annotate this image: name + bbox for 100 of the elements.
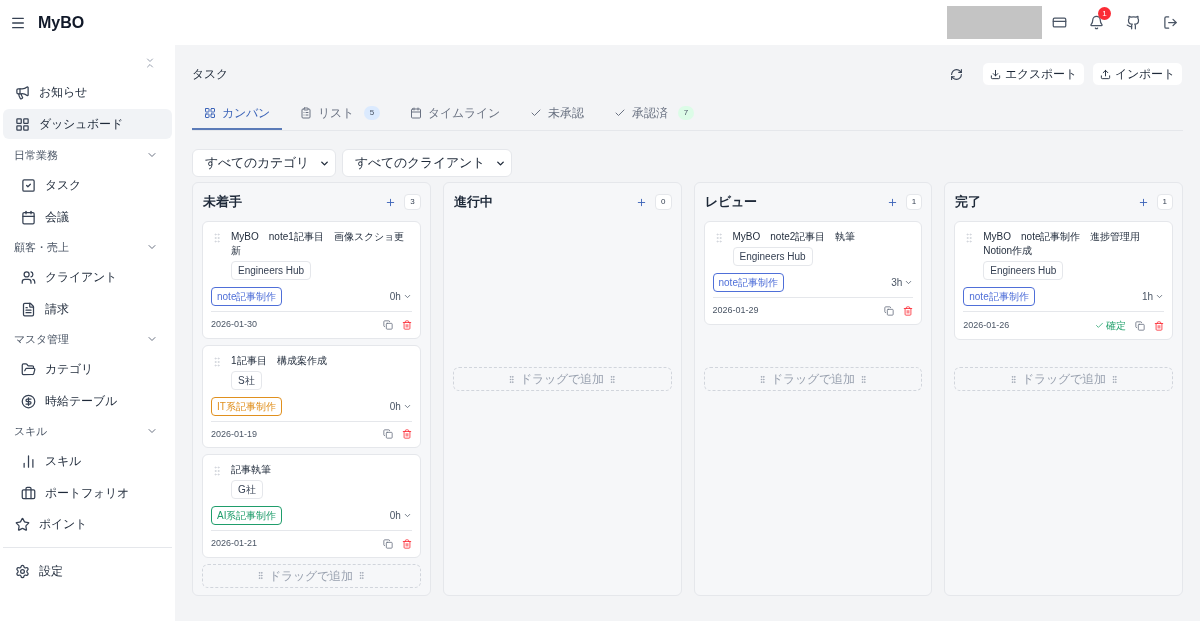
copy-icon[interactable] — [382, 319, 393, 330]
count-badge: 7 — [678, 106, 694, 120]
client-chip: Engineers Hub — [732, 247, 813, 266]
import-button[interactable]: インポート — [1092, 62, 1183, 86]
add-icon[interactable] — [636, 196, 648, 208]
add-icon[interactable] — [1137, 196, 1149, 208]
drag-handle-icon — [211, 355, 223, 368]
task-title: 記事執筆 — [231, 463, 271, 477]
grip-icon — [858, 374, 868, 384]
clipboard-icon — [300, 107, 312, 119]
hours-dropdown[interactable]: 3h — [891, 275, 914, 290]
checkbox-icon — [21, 177, 36, 193]
trash-icon[interactable] — [401, 538, 412, 549]
task-card[interactable]: 記事執筆 G社 AI系記事制作 0h 2026-01-21 — [202, 454, 421, 558]
copy-icon[interactable] — [382, 538, 393, 549]
sidebar-item[interactable]: ポイント — [3, 509, 172, 539]
chevron-icon — [402, 292, 412, 301]
task-date: 2026-01-21 — [211, 537, 258, 550]
grip-icon — [1109, 374, 1119, 384]
category-tag: IT系記事制作 — [211, 396, 282, 416]
sidebar-item[interactable]: 時給テーブル — [3, 385, 172, 417]
task-title: MyBO note2記事目 執筆 — [732, 230, 856, 244]
sidebar-item[interactable]: 会議 — [3, 201, 172, 233]
logout-icon[interactable] — [1163, 15, 1178, 30]
chevron-icon — [402, 511, 412, 520]
count-badge: 1 — [905, 194, 923, 210]
task-card[interactable]: MyBO note1記事目 画像スクショ更新 Engineers Hub note記事制作 0h 2026-01-30 — [202, 221, 421, 339]
sidebar-item[interactable]: ダッシュボード — [3, 109, 172, 139]
sidebar-item[interactable]: お知らせ — [3, 77, 172, 107]
section-header[interactable]: マスタ管理 — [3, 325, 172, 353]
task-date: 2026-01-19 — [211, 427, 258, 441]
sidebar-item[interactable]: スキル — [3, 445, 172, 477]
section-header[interactable]: 日常業務 — [3, 141, 172, 169]
hours-dropdown[interactable]: 0h — [389, 289, 412, 304]
refresh-icon[interactable] — [950, 67, 963, 81]
task-card[interactable]: MyBO note2記事目 執筆 Engineers Hub note記事制作 3h 2026-01-29 — [703, 221, 923, 325]
tab[interactable]: カンバン — [192, 98, 282, 130]
chevron-icon — [904, 278, 914, 287]
client-chip: Engineers Hub — [983, 261, 1064, 280]
hours-dropdown[interactable]: 0h — [389, 508, 412, 523]
page-title: タスク — [192, 66, 228, 83]
copy-icon[interactable] — [884, 305, 895, 316]
bell-icon[interactable] — [1089, 15, 1104, 30]
filter-select[interactable]: すべてのカテゴリ — [192, 149, 336, 177]
tab[interactable]: リスト 5 — [288, 98, 392, 130]
upload-icon — [1100, 68, 1111, 80]
tab[interactable]: 未承認 — [518, 98, 596, 130]
check-icon — [614, 107, 626, 119]
count-badge: 5 — [364, 106, 380, 120]
trash-icon[interactable] — [401, 319, 412, 330]
column-title: 完了 — [955, 193, 982, 211]
task-card[interactable]: 1記事目 構成案作成 S社 IT系記事制作 0h 2026-01-19 — [202, 344, 421, 448]
client-chip: G社 — [231, 480, 263, 499]
sidebar-item[interactable]: カテゴリ — [3, 353, 172, 385]
megaphone-icon — [15, 84, 30, 100]
trash-icon[interactable] — [903, 305, 914, 316]
calendar-icon — [21, 209, 36, 225]
filter-select[interactable]: すべてのクライアント — [342, 149, 512, 177]
sidebar-item[interactable]: タスク — [3, 169, 172, 201]
sidebar-item[interactable]: 設定 — [3, 556, 172, 586]
star-icon — [15, 516, 30, 532]
bar-chart-icon — [21, 453, 36, 469]
tab[interactable]: 承認済 7 — [602, 98, 706, 130]
hours-dropdown[interactable]: 1h — [1141, 289, 1164, 304]
export-button[interactable]: エクスポート — [982, 62, 1085, 86]
drag-handle-icon — [211, 232, 223, 244]
card-icon[interactable] — [1052, 15, 1067, 30]
document-icon — [21, 301, 36, 317]
confirmed-button[interactable]: 確定 — [1095, 318, 1126, 333]
section-header[interactable]: スキル — [3, 417, 172, 445]
add-icon[interactable] — [886, 196, 898, 208]
grip-icon — [1008, 374, 1018, 384]
column-title: 未着手 — [203, 193, 242, 211]
folder-icon — [21, 361, 36, 377]
trash-icon[interactable] — [401, 429, 412, 440]
dollar-icon — [21, 393, 36, 409]
sidebar-item[interactable]: クライアント — [3, 261, 172, 293]
check-icon — [530, 107, 542, 119]
task-date: 2026-01-29 — [712, 304, 759, 317]
column-title: 進行中 — [453, 193, 493, 211]
grip-icon — [608, 374, 618, 384]
github-icon[interactable] — [1126, 15, 1141, 30]
task-title: MyBO note記事制作 進捗管理用Notion作成 — [983, 230, 1142, 258]
download-icon — [990, 68, 1001, 80]
tab[interactable]: タイムライン — [398, 98, 512, 130]
calendar-icon — [410, 107, 422, 119]
add-icon[interactable] — [385, 196, 397, 208]
grid-icon — [15, 116, 30, 132]
task-date: 2026-01-26 — [963, 318, 1010, 332]
section-header[interactable]: 顧客・売上 — [3, 233, 172, 261]
copy-icon[interactable] — [382, 429, 393, 440]
hours-dropdown[interactable]: 0h — [389, 398, 412, 414]
trash-icon[interactable] — [1154, 320, 1164, 331]
users-icon — [21, 269, 36, 285]
sidebar-item[interactable]: 請求 — [3, 293, 172, 325]
copy-icon[interactable] — [1135, 320, 1145, 331]
grid-icon — [204, 107, 216, 119]
sidebar-item[interactable]: ポートフォリオ — [3, 477, 172, 509]
grip-icon — [256, 571, 266, 580]
task-card[interactable]: MyBO note記事制作 進捗管理用Notion作成 Engineers Hub note記事制作 1h 2026-01-26 確定 — [954, 221, 1173, 340]
